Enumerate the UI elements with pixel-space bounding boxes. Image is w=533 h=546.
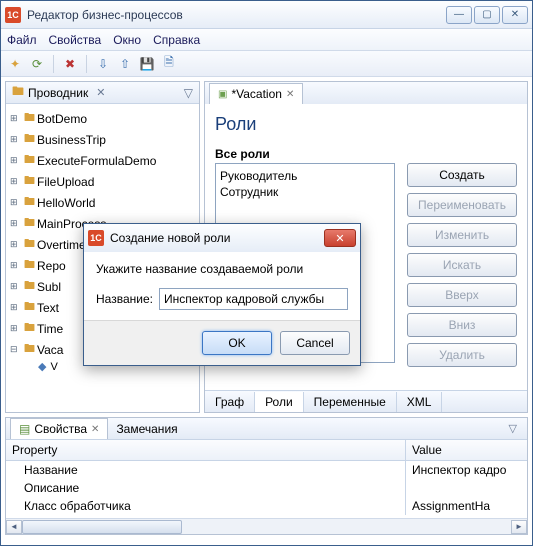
dialog-titlebar: 1С Создание новой роли ✕ xyxy=(84,224,360,252)
editor-bottom-tabs: Граф Роли Переменные XML xyxy=(205,390,527,412)
save-icon[interactable]: 💾 xyxy=(139,56,155,72)
properties-icon: ▤ xyxy=(19,422,30,436)
folder-icon: 🖿 xyxy=(24,319,35,338)
import-icon[interactable]: ⇩ xyxy=(95,56,111,72)
tree-item: ⊞🖿ExecuteFormulaDemo xyxy=(10,150,195,171)
separator xyxy=(53,55,54,73)
dialog-title: Создание новой роли xyxy=(110,231,324,245)
table-row: Класс обработчика AssignmentHa xyxy=(6,497,527,515)
refresh-icon[interactable]: ⟳ xyxy=(29,56,45,72)
cancel-button[interactable]: Cancel xyxy=(280,331,350,355)
document-icon: ▣ xyxy=(218,89,227,100)
folder-icon: 🖿 xyxy=(24,298,35,317)
folder-icon: 🖿 xyxy=(24,193,35,212)
roles-buttons: Создать Переименовать Изменить Искать Вв… xyxy=(407,163,517,367)
toolbar: ✦ ⟳ ✖ ⇩ ⇧ 💾 🗎 xyxy=(1,51,532,77)
app-icon: 1С xyxy=(88,230,104,246)
table-row: Описание xyxy=(6,479,527,497)
tree-item: ⊞🖿BotDemo xyxy=(10,108,195,129)
close-button[interactable]: ✕ xyxy=(502,6,528,24)
list-item[interactable]: Сотрудник xyxy=(220,184,390,200)
tab-xml[interactable]: XML xyxy=(397,392,443,412)
tab-graph[interactable]: Граф xyxy=(205,392,255,412)
editor-tabs: ▣ *Vacation ✕ xyxy=(205,82,527,104)
new-icon[interactable]: ✦ xyxy=(7,56,23,72)
down-button[interactable]: Вниз xyxy=(407,313,517,337)
folder-icon: 🖿 xyxy=(24,172,35,191)
folder-icon: 🖿 xyxy=(24,277,35,296)
delete-icon[interactable]: ✖ xyxy=(62,56,78,72)
close-tab-icon[interactable]: ✕ xyxy=(91,424,99,435)
menu-properties[interactable]: Свойства xyxy=(49,33,102,47)
rename-button[interactable]: Переименовать xyxy=(407,193,517,217)
folder-icon: 🖿 xyxy=(24,214,35,233)
name-input[interactable] xyxy=(159,288,348,310)
horizontal-scrollbar[interactable]: ◄ ► xyxy=(6,518,527,534)
folder-icon: 🖿 xyxy=(24,151,35,170)
separator xyxy=(86,55,87,73)
tab-properties[interactable]: ▤ Свойства ✕ xyxy=(10,418,108,439)
view-menu-icon[interactable]: ▽ xyxy=(184,86,193,100)
dialog-close-button[interactable]: ✕ xyxy=(324,229,356,247)
properties-table: Property Value Название Инспектор кадро … xyxy=(6,440,527,518)
process-icon: ◆ xyxy=(38,360,46,373)
app-icon: 1С xyxy=(5,7,21,23)
explorer-title: Проводник xyxy=(28,86,88,100)
table-row: Название Инспектор кадро xyxy=(6,461,527,479)
properties-tabs: ▤ Свойства ✕ Замечания ▽ xyxy=(6,418,527,440)
folder-icon: 🖿 xyxy=(24,235,35,254)
menu-help[interactable]: Справка xyxy=(153,33,200,47)
tree-item: ⊞🖿FileUpload xyxy=(10,171,195,192)
name-label: Название: xyxy=(96,292,153,306)
create-role-dialog: 1С Создание новой роли ✕ Укажите названи… xyxy=(83,223,361,366)
col-value[interactable]: Value xyxy=(406,440,527,460)
close-tab-icon[interactable]: ✕ xyxy=(286,89,294,100)
maximize-button[interactable]: ▢ xyxy=(474,6,500,24)
scroll-right-icon[interactable]: ► xyxy=(511,520,527,534)
up-button[interactable]: Вверх xyxy=(407,283,517,307)
tab-roles[interactable]: Роли xyxy=(255,392,304,412)
col-property[interactable]: Property xyxy=(6,440,406,460)
tab-notes[interactable]: Замечания xyxy=(108,419,185,439)
tree-item: ⊞🖿HelloWorld xyxy=(10,192,195,213)
tab-variables[interactable]: Переменные xyxy=(304,392,397,412)
delete-button[interactable]: Удалить xyxy=(407,343,517,367)
properties-view: ▤ Свойства ✕ Замечания ▽ Property Value … xyxy=(5,417,528,535)
tree-item: ⊞🖿BusinessTrip xyxy=(10,129,195,150)
close-view-icon[interactable]: ✕ xyxy=(96,86,105,99)
editor-tab[interactable]: ▣ *Vacation ✕ xyxy=(209,83,303,104)
menu-file[interactable]: Файл xyxy=(7,33,37,47)
folder-icon: 🖿 xyxy=(24,340,35,359)
window-title: Редактор бизнес-процессов xyxy=(27,8,446,22)
folder-icon: 🖿 xyxy=(24,109,35,128)
menubar: Файл Свойства Окно Справка xyxy=(1,29,532,51)
ok-button[interactable]: OK xyxy=(202,331,272,355)
folder-icon: 🖿 xyxy=(12,82,24,103)
search-button[interactable]: Искать xyxy=(407,253,517,277)
list-item[interactable]: Руководитель xyxy=(220,168,390,184)
folder-icon: 🖿 xyxy=(24,256,35,275)
export-icon[interactable]: ⇧ xyxy=(117,56,133,72)
page-heading: Роли xyxy=(215,114,517,135)
menu-window[interactable]: Окно xyxy=(113,33,141,47)
all-roles-label: Все роли xyxy=(215,147,517,161)
main-window: 1С Редактор бизнес-процессов — ▢ ✕ Файл … xyxy=(0,0,533,546)
folder-icon: 🖿 xyxy=(24,130,35,149)
scroll-thumb[interactable] xyxy=(22,520,182,534)
explorer-header: 🖿 Проводник ✕ ▽ xyxy=(6,82,199,104)
create-button[interactable]: Создать xyxy=(407,163,517,187)
edit-button[interactable]: Изменить xyxy=(407,223,517,247)
dialog-prompt: Укажите название создаваемой роли xyxy=(96,262,348,276)
minimize-button[interactable]: — xyxy=(446,6,472,24)
save-all-icon[interactable]: 🗎 xyxy=(161,56,177,72)
view-menu-icon[interactable]: ▽ xyxy=(509,422,523,435)
titlebar: 1С Редактор бизнес-процессов — ▢ ✕ xyxy=(1,1,532,29)
scroll-left-icon[interactable]: ◄ xyxy=(6,520,22,534)
